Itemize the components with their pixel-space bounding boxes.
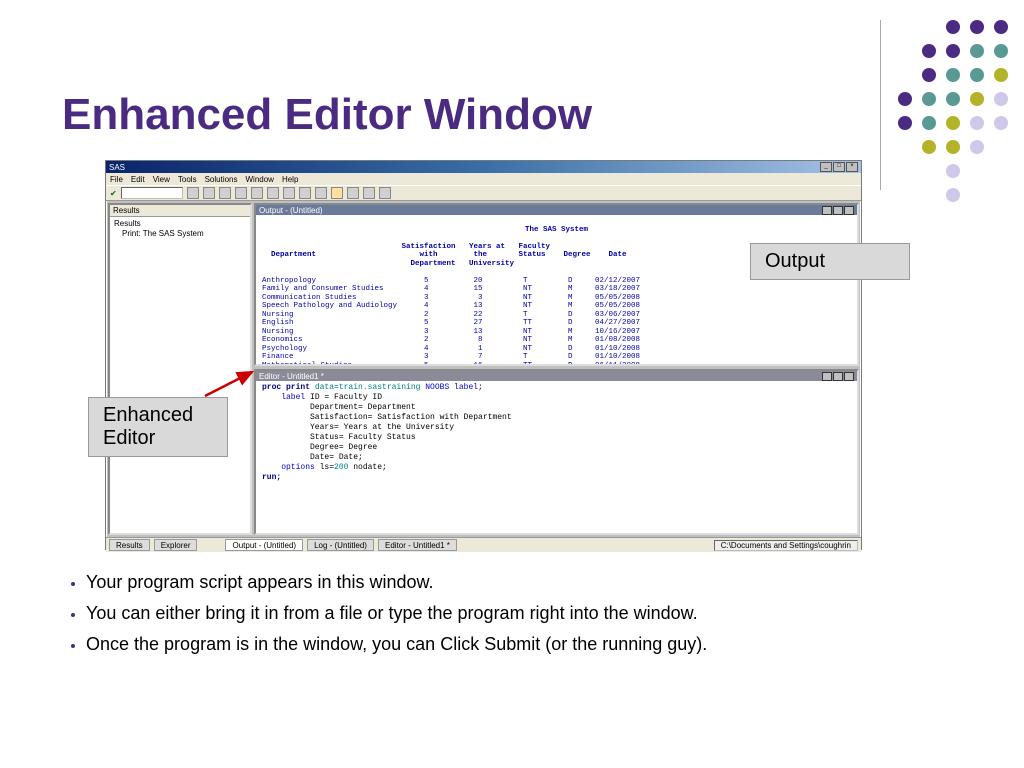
maximize-icon[interactable]: □ [833,162,845,172]
paste-icon[interactable] [299,187,311,199]
minimize-icon[interactable]: _ [820,162,832,172]
save-icon[interactable] [219,187,231,199]
break-icon[interactable] [363,187,375,199]
output-row: Family and Consumer Studies 4 15 NT M 03… [262,285,640,293]
max-icon[interactable] [833,206,843,215]
output-window: Output - (Untitled) The SAS System Satis… [254,203,859,366]
clear-icon[interactable] [347,187,359,199]
undo-icon[interactable] [315,187,327,199]
preview-icon[interactable] [251,187,263,199]
menu-help[interactable]: Help [282,175,298,184]
output-row: Mathematical Studies 5 16 TT D 06/11/200… [262,362,640,365]
slide-title: Enhanced Editor Window [62,90,592,140]
editor-content[interactable]: proc print data=train.sastraining NOOBS … [256,381,857,533]
enhanced-editor-window: Editor - Untitled1 * proc print data=tra… [254,369,859,535]
callout-enhanced-editor: Enhanced Editor [88,397,228,457]
bullet-list: Your program script appears in this wind… [60,572,984,665]
taskbar-output[interactable]: Output - (Untitled) [225,539,303,551]
taskbar-log[interactable]: Log - (Untitled) [307,539,374,551]
output-row: Anthropology 5 20 T D 02/12/2007 [262,277,640,285]
output-row: Speech Pathology and Audiology 4 13 NT M… [262,302,640,310]
output-row: Psychology 4 1 NT D 01/10/2008 [262,345,640,353]
close-icon[interactable] [844,206,854,215]
output-row: Economics 2 8 NT M 01/08/2008 [262,336,640,344]
sas-window: SAS _ □ × File Edit View Tools Solutions… [105,160,862,550]
toolbar: ✔ [106,185,861,201]
output-header: The SAS System [262,226,851,235]
menu-tools[interactable]: Tools [178,175,197,184]
editor-window-title: Editor - Untitled1 * [259,372,324,381]
cut-icon[interactable] [267,187,279,199]
status-path: C:\Documents and Settings\coughrin [714,540,858,551]
taskbar-results[interactable]: Results [109,539,150,551]
sas-titlebar: SAS _ □ × [106,161,861,173]
output-row: Communication Studies 3 3 NT M 05/05/200… [262,294,640,302]
tree-root[interactable]: Results [114,219,246,229]
results-panel: Results Results Print: The SAS System [108,203,252,535]
menu-bar: File Edit View Tools Solutions Window He… [106,173,861,185]
min-icon[interactable] [822,372,832,381]
window-controls: _ □ × [820,162,858,172]
min-icon[interactable] [822,206,832,215]
close-icon[interactable]: × [846,162,858,172]
open-icon[interactable] [203,187,215,199]
vertical-divider [880,20,881,190]
output-window-title: Output - (Untitled) [259,206,323,215]
menu-solutions[interactable]: Solutions [205,175,238,184]
bullet-item: Once the program is in the window, you c… [86,634,984,655]
output-content[interactable]: The SAS System Satisfaction Years at Fac… [256,215,857,364]
close-icon[interactable] [844,372,854,381]
menu-window[interactable]: Window [246,175,274,184]
bullet-item: Your program script appears in this wind… [86,572,984,593]
copy-icon[interactable] [283,187,295,199]
results-tree[interactable]: Results Print: The SAS System [110,217,250,241]
output-row: Nursing 2 22 T D 03/06/2007 [262,311,640,319]
menu-edit[interactable]: Edit [131,175,145,184]
app-title: SAS [109,163,125,172]
taskbar-explorer[interactable]: Explorer [154,539,198,551]
sas-taskbar: Results Explorer Output - (Untitled) Log… [106,537,861,552]
decorative-dot-grid [898,20,1014,208]
output-columns: Satisfaction Years at Faculty Department… [262,243,627,268]
new-icon[interactable] [187,187,199,199]
print-icon[interactable] [235,187,247,199]
submit-icon[interactable] [331,187,343,199]
callout-output: Output [750,243,910,280]
help-icon[interactable] [379,187,391,199]
bullet-item: You can either bring it in from a file o… [86,603,984,624]
output-row: Finance 3 7 T D 01/10/2008 [262,353,640,361]
max-icon[interactable] [833,372,843,381]
output-row: Nursing 3 13 NT M 10/16/2007 [262,328,640,336]
output-row: English 5 27 TT D 04/27/2007 [262,319,640,327]
tree-item-print[interactable]: Print: The SAS System [114,229,246,239]
results-panel-title: Results [110,205,250,217]
menu-view[interactable]: View [153,175,170,184]
taskbar-editor[interactable]: Editor - Untitled1 * [378,539,457,551]
command-box[interactable] [121,187,183,199]
menu-file[interactable]: File [110,175,123,184]
